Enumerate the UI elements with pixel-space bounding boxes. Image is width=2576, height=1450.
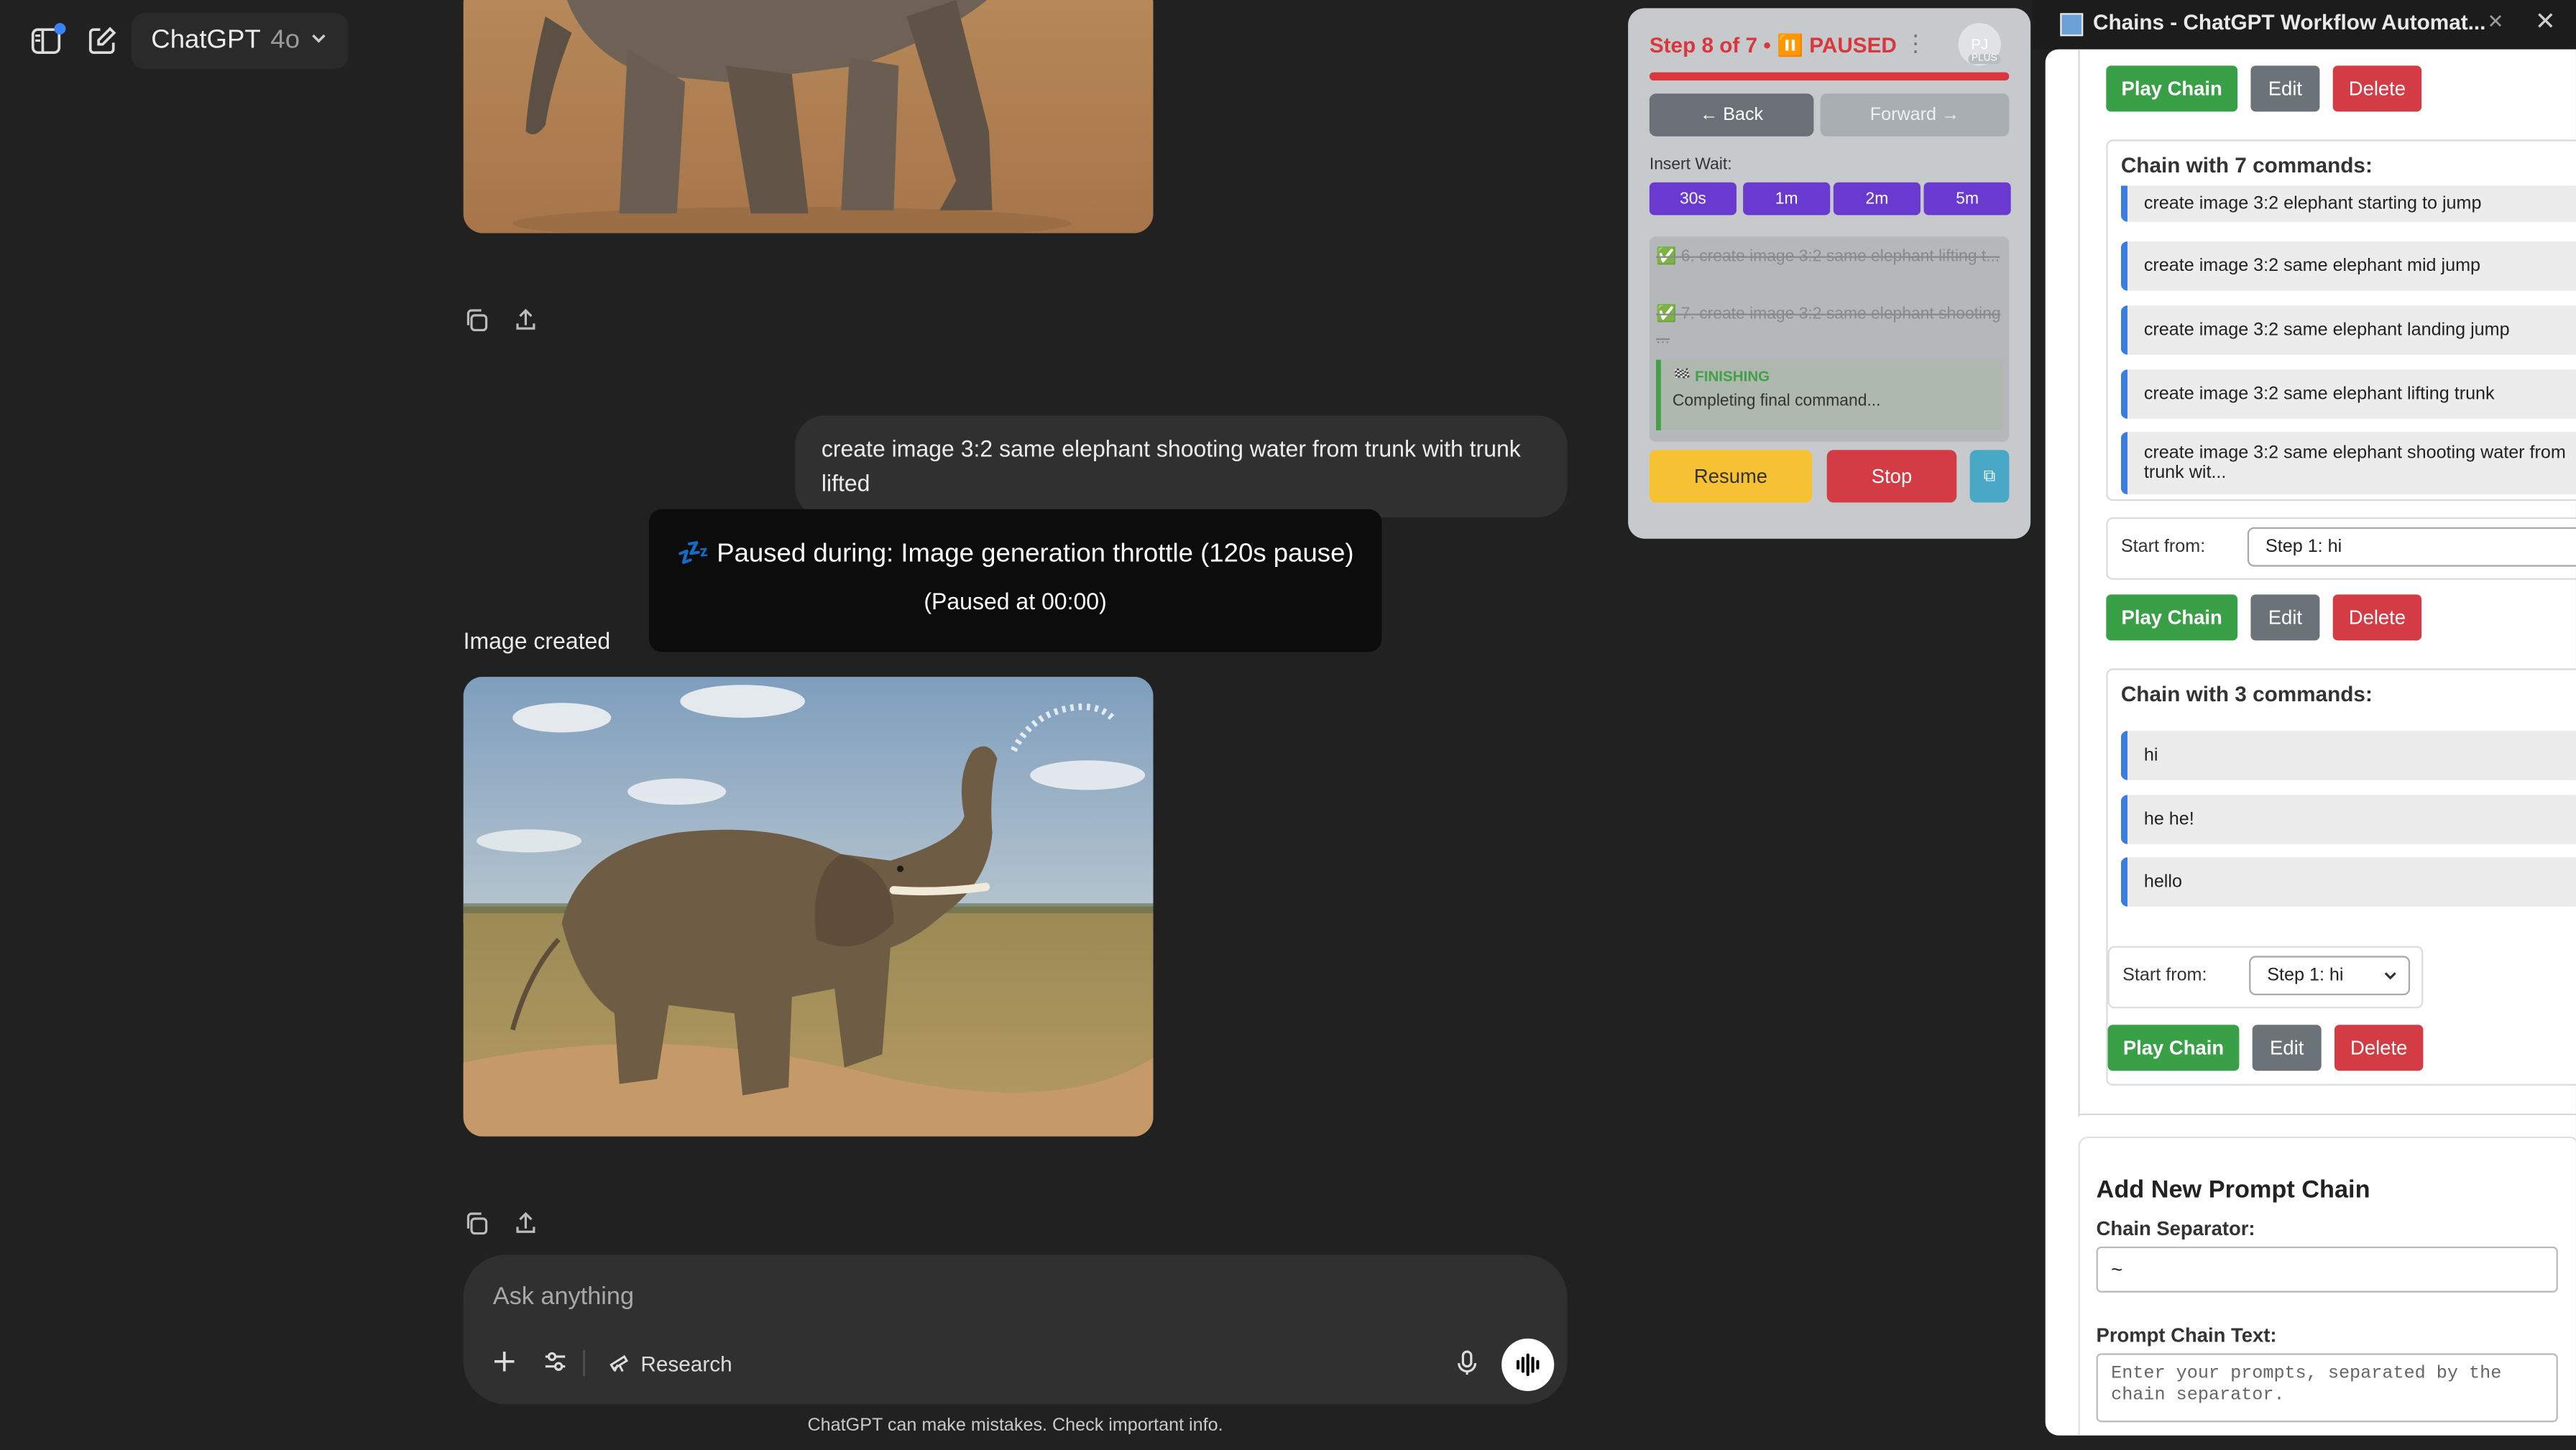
extension-logo-icon xyxy=(2060,13,2084,37)
wait-2m-button[interactable]: 2m xyxy=(1833,182,1920,216)
share-icon[interactable] xyxy=(512,307,539,341)
prompt-text-label: Prompt Chain Text: xyxy=(2096,1324,2277,1347)
start-from-label: Start from: xyxy=(2122,965,2207,986)
separator-input[interactable]: ~ xyxy=(2096,1246,2558,1293)
chain-command: create image 3:2 same elephant shooting … xyxy=(2120,432,2576,494)
telescope-icon xyxy=(608,1350,631,1378)
message-actions-1 xyxy=(464,307,539,341)
user-message-bubble: create image 3:2 same elephant shooting … xyxy=(795,415,1568,517)
chain-command: create image 3:2 same elephant landing j… xyxy=(2120,305,2576,355)
panel-header: Chains - ChatGPT Workflow Automat... ✕ ✕ xyxy=(2032,0,2576,50)
insert-wait-label: Insert Wait: xyxy=(1649,156,1732,175)
chain-command: hello xyxy=(2120,857,2576,907)
start-from-select[interactable]: Step 1: hi xyxy=(2249,956,2411,996)
generated-image-1[interactable] xyxy=(463,0,1154,234)
chain-title: Chain with 3 commands: xyxy=(2120,681,2373,706)
chain-command: he he! xyxy=(2120,795,2576,844)
wait-1m-button[interactable]: 1m xyxy=(1743,182,1831,216)
new-chat-icon[interactable] xyxy=(79,18,125,64)
chain-card: Chain with 7 commands: create image 3:2 … xyxy=(2106,139,2576,502)
chain-command: create image 3:2 same elephant mid jump xyxy=(2120,241,2576,291)
model-selector-button[interactable]: ChatGPT 4o xyxy=(131,13,349,69)
finishing-title: 🏁 FINISHING xyxy=(1672,367,1770,384)
close-icon[interactable]: ✕ xyxy=(2535,6,2556,36)
chain-log: ✅ 6. create image 3:2 same elephant lift… xyxy=(1649,236,2010,442)
sidebar-toggle-icon[interactable] xyxy=(23,18,69,64)
edit-chain-button[interactable]: Edit xyxy=(2252,1025,2322,1071)
voice-mode-button[interactable] xyxy=(1501,1338,1555,1391)
pause-tooltip-line1: 💤 Paused during: Image generation thrott… xyxy=(676,540,1354,568)
chain-runner-widget: Step 8 of 7 • ⏸️ PAUSED ⋮ PJ PLUS ← Back… xyxy=(1628,8,2031,539)
tools-icon[interactable] xyxy=(544,1350,567,1373)
play-chain-button[interactable]: Play Chain xyxy=(2107,1025,2240,1071)
delete-chain-button[interactable]: Delete xyxy=(2332,65,2422,112)
chain-command: create image 3:2 elephant starting to ju… xyxy=(2120,185,2576,222)
log-entry-done: ✅ 6. create image 3:2 same elephant lift… xyxy=(1655,248,2000,267)
research-button[interactable]: Research xyxy=(608,1350,732,1378)
start-from-label: Start from: xyxy=(2120,537,2206,557)
prompt-input[interactable]: Ask anything xyxy=(493,1283,634,1311)
chevron-down-icon xyxy=(310,27,329,56)
share-icon[interactable] xyxy=(512,1211,539,1245)
start-from-value: Step 1: hi xyxy=(2267,965,2344,986)
chain-command: create image 3:2 same elephant lifting t… xyxy=(2120,369,2576,419)
avatar-initials: PJ xyxy=(1971,36,1989,53)
microphone-icon[interactable] xyxy=(1455,1350,1478,1377)
finishing-text: Completing final command... xyxy=(1672,392,1881,411)
separator-label: Chain Separator: xyxy=(2096,1216,2255,1240)
panel-title: Chains - ChatGPT Workflow Automat... xyxy=(2092,9,2486,34)
notification-dot xyxy=(54,22,66,34)
pause-tooltip: 💤 Paused during: Image generation thrott… xyxy=(648,509,1382,652)
add-chain-section: Add New Prompt Chain Chain Separator: ~ … xyxy=(2078,1136,2576,1436)
chain-status: Step 8 of 7 • ⏸️ PAUSED xyxy=(1649,32,1897,57)
wait-30s-button[interactable]: 30s xyxy=(1649,182,1736,216)
start-from-row: Start from: Step 1: hi xyxy=(2106,517,2576,580)
start-from-row: Start from: Step 1: hi xyxy=(2107,946,2424,1009)
generated-image-2[interactable] xyxy=(463,676,1154,1137)
chevron-down-icon xyxy=(2382,967,2398,989)
stop-button[interactable]: Stop xyxy=(1826,450,1957,503)
unpin-icon[interactable]: ✕ xyxy=(2488,10,2504,33)
add-chain-heading: Add New Prompt Chain xyxy=(2096,1176,2370,1204)
back-button[interactable]: ← Back xyxy=(1649,93,1814,137)
log-entry-finishing: 🏁 FINISHING Completing final command... xyxy=(1655,359,2003,430)
composer: Ask anything Research xyxy=(463,1255,1568,1405)
log-entry-done: ✅ 7. create image 3:2 same elephant shoo… xyxy=(1655,305,2001,348)
composer-divider xyxy=(583,1349,585,1377)
resume-button[interactable]: Resume xyxy=(1649,450,1813,503)
model-name: ChatGPT xyxy=(151,26,261,55)
chain-progress-bar xyxy=(1649,72,2010,80)
copy-icon[interactable] xyxy=(464,307,490,341)
model-version: 4o xyxy=(270,26,300,55)
chain-command: hi xyxy=(2120,731,2576,780)
forward-button[interactable]: Forward → xyxy=(1820,93,2010,137)
pause-tooltip-line2: (Paused at 00:00) xyxy=(924,588,1107,614)
research-label: Research xyxy=(640,1352,732,1377)
prompt-chain-textarea[interactable]: Enter your prompts, separated by the cha… xyxy=(2096,1353,2558,1423)
play-chain-button[interactable]: Play Chain xyxy=(2106,65,2238,112)
plus-icon[interactable] xyxy=(493,1350,516,1373)
wait-5m-button[interactable]: 5m xyxy=(1923,182,2011,216)
disclaimer: ChatGPT can make mistakes. Check importa… xyxy=(807,1416,1223,1436)
delete-chain-button[interactable]: Delete xyxy=(2332,594,2422,641)
image-created-label: Image created xyxy=(463,627,611,654)
copy-log-icon[interactable]: ⧉ xyxy=(1969,450,2010,503)
play-chain-button[interactable]: Play Chain xyxy=(2106,594,2238,641)
chain-title: Chain with 7 commands: xyxy=(2120,152,2373,177)
chain-card: Chain with 3 commands: hi he he! hello S… xyxy=(2106,668,2576,1086)
copy-icon[interactable] xyxy=(464,1211,490,1245)
delete-chain-button[interactable]: Delete xyxy=(2334,1025,2424,1071)
edit-chain-button[interactable]: Edit xyxy=(2250,594,2320,641)
start-from-select[interactable]: Step 1: hi xyxy=(2247,527,2576,567)
avatar-badge: PLUS xyxy=(1968,54,2001,65)
edit-chain-button[interactable]: Edit xyxy=(2250,65,2320,112)
message-actions-2 xyxy=(464,1211,539,1245)
chains-panel[interactable]: Play Chain Edit Delete Chain with 7 comm… xyxy=(2045,49,2576,1436)
panel-divider xyxy=(2078,1113,2576,1115)
more-options-icon[interactable]: ⋮ xyxy=(1904,29,1927,57)
panel-left-rule xyxy=(2078,49,2080,1117)
